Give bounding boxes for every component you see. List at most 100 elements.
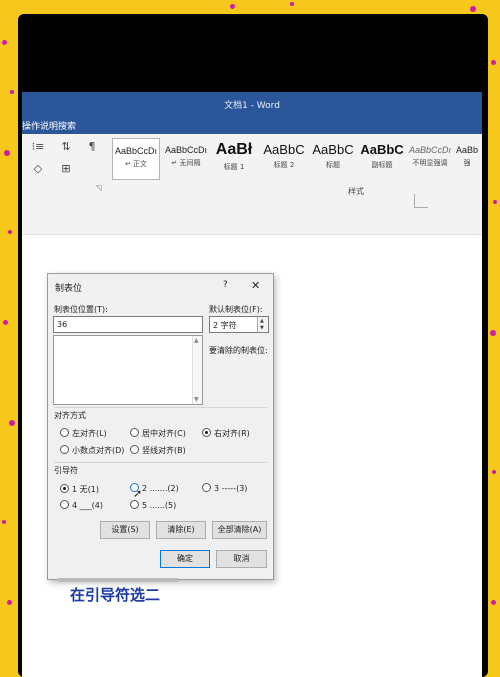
style-normal[interactable]: AaBbCcDı ↵ 正文: [112, 138, 160, 180]
radio-align-left[interactable]: 左对齐(L): [60, 428, 107, 439]
radio-label: 5 ......(5): [142, 501, 177, 510]
radio-circle: [60, 445, 69, 454]
divider: [54, 407, 267, 408]
decor-dot: [492, 470, 496, 474]
radio-circle: [60, 484, 69, 493]
radio-label: 左对齐(L): [72, 429, 107, 438]
tabs-dialog: 制表位 ? ✕ 制表位位置(T): 36 ▲ ▼ 默认制表位(F): 2 字符 …: [47, 273, 274, 580]
radio-align-center[interactable]: 居中对齐(C): [130, 428, 186, 439]
radio-leader-underline[interactable]: 4 ___(4): [60, 500, 103, 510]
set-button[interactable]: 设置(S): [100, 521, 150, 539]
style-heading-2[interactable]: AaBbC 标题 2: [260, 138, 308, 180]
mouse-cursor-icon: ➚: [133, 487, 143, 500]
style-preview: AaBbC: [360, 142, 404, 157]
instruction-caption: 在引导符选二: [70, 586, 161, 604]
decor-dot: [490, 330, 496, 336]
style-name: ↵ 无间隔: [171, 159, 201, 167]
decor-dot: [10, 90, 14, 94]
decor-dot: [2, 40, 7, 45]
spin-down-icon[interactable]: ▼: [260, 325, 264, 331]
radio-circle: [130, 500, 139, 509]
sort-icon[interactable]: ⇅: [58, 140, 74, 154]
tab-position-list[interactable]: ▲ ▼: [53, 335, 203, 405]
dialog-shadow: [58, 578, 178, 582]
multilevel-list-icon[interactable]: ⁝≡: [30, 140, 46, 154]
style-preview: AaBbCcDı: [408, 145, 452, 155]
style-name: 强: [463, 159, 471, 167]
tab-position-input[interactable]: 36: [53, 316, 203, 333]
radio-align-bar[interactable]: 竖线对齐(B): [130, 445, 186, 456]
radio-circle: [130, 445, 139, 454]
radio-circle: [60, 428, 69, 437]
radio-label: 2 .......(2): [142, 484, 179, 493]
tab-position-value: 36: [57, 320, 68, 329]
style-preview: AaBb: [456, 145, 478, 155]
decor-dot: [2, 520, 6, 524]
radio-circle: [130, 428, 139, 437]
scroll-up-icon[interactable]: ▲: [194, 337, 199, 344]
decor-dot: [290, 2, 294, 6]
ruler-area: [22, 202, 482, 235]
radio-label: 1 无(1): [72, 485, 99, 494]
list-scrollbar[interactable]: ▲ ▼: [192, 336, 202, 404]
style-heading-1[interactable]: AaBł 标题 1: [210, 138, 258, 180]
show-marks-icon[interactable]: ¶: [84, 140, 100, 154]
default-tab-stepper[interactable]: 2 字符 ▲ ▼: [209, 316, 269, 333]
radio-label: 3 -----(3): [214, 484, 248, 493]
decor-dot: [491, 600, 496, 605]
dialog-title: 制表位: [55, 284, 83, 294]
radio-align-decimal[interactable]: 小数点对齐(D): [60, 445, 124, 456]
style-preview: AaBł: [215, 141, 253, 158]
style-preview: AaBbC: [312, 142, 354, 157]
title-bar: 文档1 - Word: [22, 92, 482, 116]
spin-up-icon[interactable]: ▲: [260, 318, 264, 324]
tell-me-search[interactable]: 操作说明搜索: [22, 119, 76, 132]
style-title[interactable]: AaBbC 标题: [309, 138, 357, 180]
ribbon: ⁝≡ ⇅ ¶ ◇ ⊞ ◹ AaBbCcDı ↵ 正文 AaBbCcDı ↵ 无间…: [22, 134, 482, 203]
divider: [54, 462, 267, 463]
scroll-down-icon[interactable]: ▼: [194, 396, 199, 403]
radio-label: 右对齐(R): [214, 429, 250, 438]
radio-align-right[interactable]: 右对齐(R): [202, 428, 250, 439]
style-strong[interactable]: AaBb 强: [456, 138, 478, 180]
style-name: ↵ 正文: [124, 160, 148, 168]
default-tab-value: 2 字符: [213, 321, 237, 330]
close-icon[interactable]: ✕: [251, 279, 260, 292]
radio-leader-dashes[interactable]: 3 -----(3): [202, 483, 248, 493]
tell-me-bar: 操作说明搜索: [22, 116, 482, 134]
spin-buttons[interactable]: ▲ ▼: [257, 317, 268, 332]
clear-button[interactable]: 清除(E): [156, 521, 206, 539]
decor-dot: [470, 6, 476, 12]
alignment-label: 对齐方式: [54, 411, 86, 420]
page-corner-mark: [414, 194, 428, 208]
radio-label: 竖线对齐(B): [142, 446, 186, 455]
tab-position-label: 制表位位置(T):: [54, 305, 108, 314]
ok-button[interactable]: 确定: [160, 550, 210, 568]
default-tab-label: 默认制表位(F):: [209, 305, 263, 314]
decor-dot: [9, 420, 15, 426]
borders-icon[interactable]: ⊞: [58, 162, 74, 176]
decor-dot: [4, 150, 10, 156]
style-subtle-emphasis[interactable]: AaBbCcDı 不明显强调: [406, 138, 454, 180]
shading-icon[interactable]: ◇: [30, 162, 46, 176]
radio-circle: [202, 483, 211, 492]
radio-leader-middots[interactable]: 5 ......(5): [130, 500, 177, 510]
style-name: 标题 2: [273, 161, 295, 169]
style-no-spacing[interactable]: AaBbCcDı ↵ 无间隔: [162, 138, 210, 180]
radio-leader-none[interactable]: 1 无(1): [60, 484, 99, 495]
style-preview: AaBbC: [263, 142, 305, 157]
style-name: 标题 1: [223, 163, 245, 171]
style-subtitle[interactable]: AaBbC 副标题: [358, 138, 406, 180]
window-title: 文档1 - Word: [224, 101, 280, 111]
styles-group-label: 样式: [348, 187, 364, 196]
style-name: 副标题: [371, 161, 393, 169]
help-icon[interactable]: ?: [223, 280, 228, 290]
cancel-button[interactable]: 取消: [216, 550, 267, 568]
decor-dot: [493, 200, 497, 204]
dialog-launcher-icon[interactable]: ◹: [96, 184, 101, 192]
style-name: 标题: [326, 161, 340, 169]
clear-all-button[interactable]: 全部清除(A): [212, 521, 267, 539]
leader-label: 引导符: [54, 466, 78, 475]
radio-circle: [60, 500, 69, 509]
radio-circle: [202, 428, 211, 437]
